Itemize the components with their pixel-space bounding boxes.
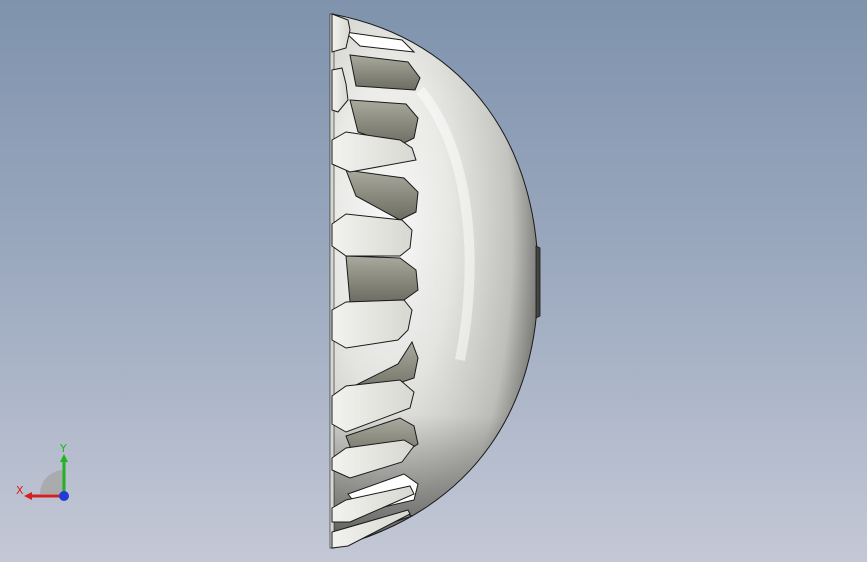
y-axis-label: Y — [59, 442, 67, 455]
gear-hub-boss — [535, 245, 541, 319]
tooth-slot — [345, 255, 419, 303]
y-axis-arrow-icon — [60, 454, 68, 462]
z-axis-dot-icon — [59, 491, 69, 501]
triad-plane-shading — [40, 470, 64, 494]
gear-tooth — [331, 213, 413, 257]
x-axis-label: X — [16, 484, 24, 497]
bevel-gear-model[interactable] — [0, 0, 867, 562]
graphics-viewport[interactable]: Y X — [0, 0, 867, 562]
view-triad[interactable]: Y X — [10, 440, 80, 510]
x-axis-arrow-icon — [24, 492, 32, 500]
